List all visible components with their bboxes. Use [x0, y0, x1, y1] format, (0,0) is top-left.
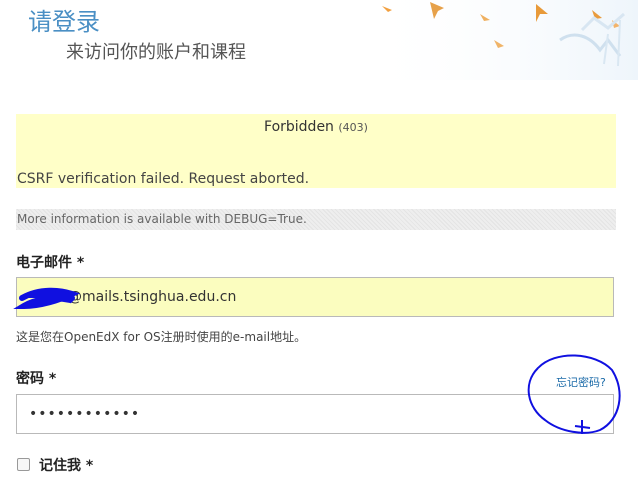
email-label: 电子邮件 * [16, 255, 85, 271]
email-hint: 这是您在OpenEdX for OS注册时使用的e-mail地址。 [16, 330, 307, 344]
page-subtitle: 来访问你的账户和课程 [66, 42, 246, 63]
email-field[interactable]: @mails.tsinghua.edu.cn [16, 277, 614, 317]
page-header: 请登录 来访问你的账户和课程 [0, 0, 638, 100]
error-title: Forbidden [264, 119, 334, 135]
remember-me-checkbox[interactable] [17, 458, 30, 471]
forgot-password-link[interactable]: 忘记密码? [556, 374, 606, 390]
email-value: @mails.tsinghua.edu.cn [68, 289, 237, 305]
error-code: (403) [338, 121, 368, 134]
debug-info-bar: More information is available with DEBUG… [16, 209, 616, 230]
password-label: 密码 * [16, 371, 57, 387]
page-title: 请登录 [28, 8, 100, 36]
password-field[interactable]: •••••••••••• [16, 394, 614, 434]
password-value: •••••••••••• [29, 406, 141, 422]
debug-info-text: More information is available with DEBUG… [17, 212, 307, 226]
remember-me-label: 记住我 * [39, 458, 94, 474]
error-message: CSRF verification failed. Request aborte… [17, 171, 310, 187]
error-heading: Forbidden (403) [16, 119, 616, 135]
csrf-error-box: Forbidden (403) CSRF verification failed… [16, 114, 616, 188]
bird-decoration-icon [360, 0, 638, 80]
